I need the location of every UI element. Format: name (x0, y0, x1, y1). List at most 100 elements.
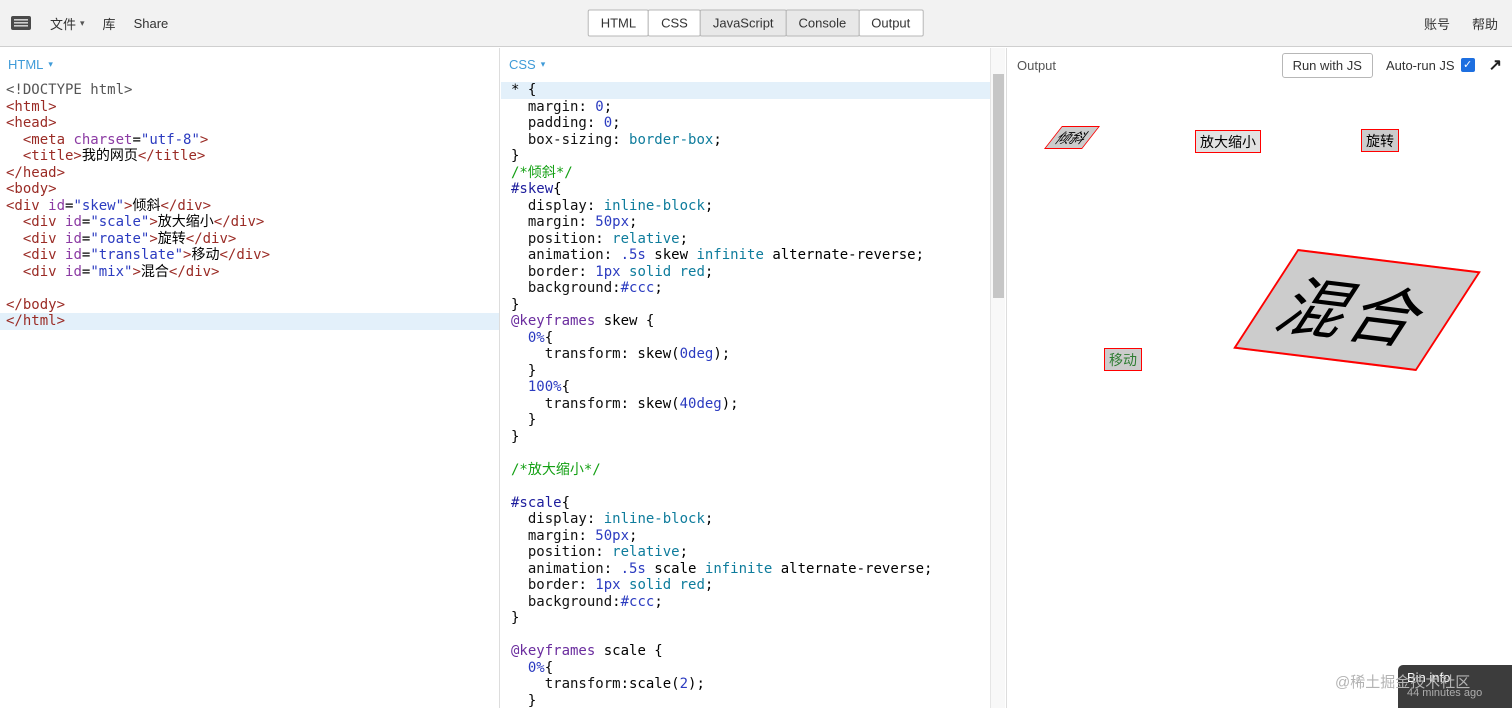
code-line[interactable]: <div id="scale">放大缩小</div> (0, 214, 499, 231)
code-line[interactable]: </html> (0, 313, 499, 330)
code-line[interactable]: background:#ccc; (501, 280, 990, 297)
code-line[interactable]: position: relative; (501, 544, 990, 561)
code-line[interactable]: 0%{ (501, 660, 990, 677)
code-line[interactable]: 0%{ (501, 330, 990, 347)
code-line[interactable]: <title>我的网页</title> (0, 148, 499, 165)
code-token: border (527, 577, 579, 593)
code-line[interactable]: background:#ccc; (501, 594, 990, 611)
code-token: 旋转 (157, 230, 186, 247)
jsbin-logo-icon[interactable] (10, 14, 32, 32)
css-editor-scrollbar[interactable] (990, 48, 1005, 708)
code-token: scale (645, 560, 705, 577)
code-token: 0deg (679, 346, 714, 362)
code-token: ; (654, 280, 663, 296)
code-line[interactable]: #skew{ (501, 181, 990, 198)
code-line[interactable]: @keyframes skew { (501, 313, 990, 330)
menu-library[interactable]: 库 (103, 14, 116, 33)
code-line[interactable]: <html> (0, 99, 499, 116)
code-token: 2 (679, 676, 689, 692)
run-with-js-button[interactable]: Run with JS (1281, 52, 1373, 78)
menu-file[interactable]: 文件 ▾ (50, 14, 85, 33)
css-panel-menu[interactable]: CSS ▾ (509, 57, 545, 72)
code-line[interactable]: </body> (0, 297, 499, 314)
tab-console[interactable]: Console (785, 9, 860, 37)
html-editor-panel[interactable]: HTML ▾ <!DOCTYPE html> <html> <head> <meta… (0, 48, 500, 708)
code-line[interactable]: <meta charset="utf-8"> (0, 132, 499, 149)
code-line[interactable]: 100%{ (501, 379, 990, 396)
code-line[interactable]: margin: 50px; (501, 214, 990, 231)
code-line[interactable]: } (501, 297, 990, 314)
menu-library-label: 库 (102, 16, 116, 32)
code-line[interactable] (501, 627, 990, 644)
code-line[interactable]: } (501, 148, 990, 165)
css-editor-panel[interactable]: CSS ▾ * { margin: 0; padding: 0; box-siz… (501, 48, 990, 708)
code-token: 我的网页 (81, 148, 138, 164)
code-line[interactable]: border: 1px solid red; (501, 264, 990, 281)
code-line[interactable]: <div id="mix">混合</div> (0, 264, 499, 281)
menu-account[interactable]: 账号 (1424, 14, 1450, 33)
code-line[interactable]: } (501, 610, 990, 627)
code-line[interactable]: transform: skew(40deg); (501, 396, 990, 413)
code-line[interactable]: /*放大缩小*/ (501, 462, 990, 479)
code-token: ); (721, 395, 739, 412)
code-line[interactable]: box-sizing: border-box; (501, 132, 990, 149)
html-panel-menu[interactable]: HTML ▾ (8, 57, 53, 72)
code-line[interactable]: <head> (0, 115, 499, 132)
code-line[interactable]: animation: .5s skew infinite alternate-r… (501, 247, 990, 264)
code-token: box-sizing (527, 131, 613, 148)
tab-html[interactable]: HTML (587, 9, 650, 37)
code-line[interactable]: animation: .5s scale infinite alternate-… (501, 561, 990, 578)
code-token: </div> (185, 230, 237, 247)
code-token: 0 (595, 98, 604, 115)
code-line[interactable]: position: relative; (501, 231, 990, 248)
code-line[interactable]: transform:scale(2); (501, 676, 990, 693)
html-panel-title: HTML (8, 57, 44, 72)
code-line[interactable]: #scale{ (501, 495, 990, 512)
code-line[interactable]: transform: skew(0deg); (501, 346, 990, 363)
code-token: ); (688, 676, 705, 692)
tab-output[interactable]: Output (858, 9, 924, 37)
code-line[interactable]: } (501, 412, 990, 429)
open-output-new-window-icon[interactable]: ↗ (1489, 55, 1502, 75)
code-line[interactable]: margin: 0; (501, 99, 990, 116)
css-panel-title: CSS (509, 57, 536, 72)
code-line[interactable] (501, 445, 990, 462)
css-code-area[interactable]: * { margin: 0; padding: 0; box-sizing: b… (501, 82, 990, 708)
code-line[interactable]: /*倾斜*/ (501, 165, 990, 182)
code-line[interactable]: <!DOCTYPE html> (0, 82, 499, 99)
code-line[interactable]: display: inline-block; (501, 198, 990, 215)
code-line[interactable]: } (501, 693, 990, 708)
menu-share[interactable]: Share (134, 16, 169, 31)
html-code-area[interactable]: <!DOCTYPE html> <html> <head> <meta charse… (0, 82, 499, 330)
code-line[interactable] (0, 280, 499, 297)
code-line[interactable] (501, 478, 990, 495)
code-line[interactable]: display: inline-block; (501, 511, 990, 528)
code-token: @keyframes (511, 313, 596, 329)
scrollbar-thumb[interactable] (993, 74, 1004, 298)
code-token: > (149, 230, 158, 247)
code-line[interactable]: } (501, 429, 990, 446)
code-token: margin (527, 214, 579, 230)
tab-javascript[interactable]: JavaScript (699, 9, 787, 37)
code-token: solid (629, 577, 672, 593)
tab-css[interactable]: CSS (648, 9, 701, 37)
code-line[interactable]: border: 1px solid red; (501, 577, 990, 594)
code-line[interactable]: } (501, 363, 990, 380)
code-line[interactable]: </head> (0, 165, 499, 182)
code-line[interactable]: <div id="roate">旋转</div> (0, 231, 499, 248)
code-line[interactable]: padding: 0; (501, 115, 990, 132)
autorun-js-checkbox[interactable]: ✓ (1460, 58, 1475, 72)
code-line[interactable]: margin: 50px; (501, 528, 990, 545)
code-line[interactable]: <div id="skew">倾斜</div> (0, 198, 499, 215)
code-line[interactable]: <body> (0, 181, 499, 198)
code-line[interactable]: @keyframes scale { (501, 643, 990, 660)
code-line[interactable]: <div id="translate">移动</div> (0, 247, 499, 264)
code-line[interactable]: * { (501, 82, 990, 99)
menu-help[interactable]: 帮助 (1472, 14, 1498, 33)
code-token: </div> (168, 263, 220, 280)
